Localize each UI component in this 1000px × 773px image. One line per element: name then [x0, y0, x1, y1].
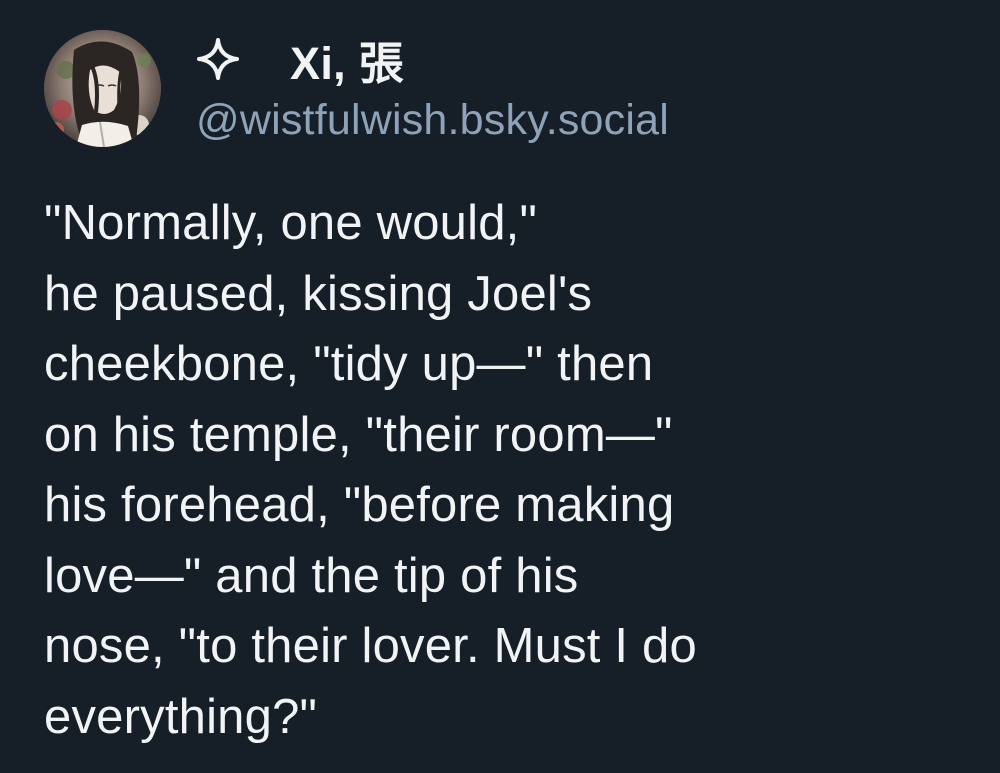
- post-text-line: on his temple, "their room—": [44, 407, 673, 462]
- user-handle[interactable]: @wistfulwish.bsky.social: [196, 94, 956, 146]
- post-text-line: "Normally, one would,": [44, 196, 538, 250]
- avatar[interactable]: [44, 30, 161, 147]
- post-text-line: he paused, kissing Joel's: [44, 266, 593, 321]
- post-text: "Normally, one would," he paused, kissin…: [44, 188, 964, 752]
- avatar-image: [44, 30, 161, 147]
- post-text-line: everything?": [44, 689, 318, 744]
- display-name-text: Xi, 張: [290, 37, 405, 89]
- post-text-line: cheekbone, "tidy up—" then: [44, 337, 654, 391]
- display-name[interactable]: Xi, 張: [196, 30, 956, 89]
- post-text-line: love—" and the tip of his: [44, 548, 579, 603]
- post-text-line: nose, "to their lover. Must I do: [44, 619, 697, 673]
- sparkle-icon: [196, 37, 240, 81]
- post-card: Xi, 張 @wistfulwish.bsky.social "Normally…: [0, 0, 1000, 773]
- author-info: Xi, 張 @wistfulwish.bsky.social: [196, 30, 956, 146]
- post-text-line: his forehead, "before making: [44, 478, 675, 532]
